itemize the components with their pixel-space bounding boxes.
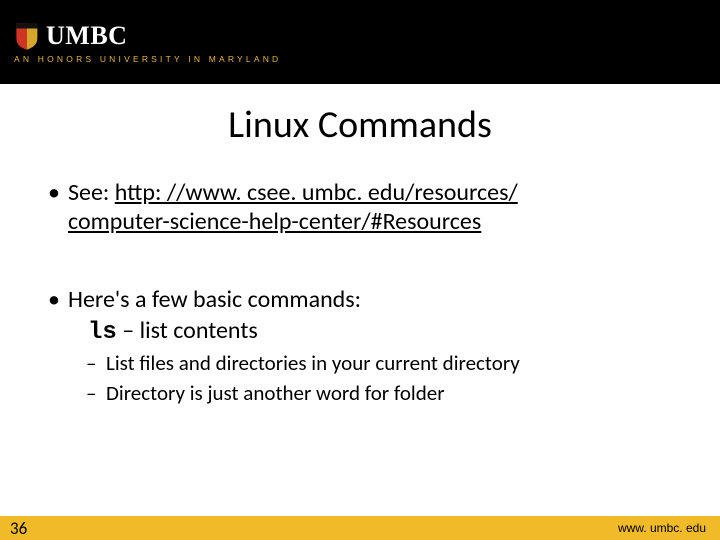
sub1-text: List files and directories in your curre…: [106, 351, 520, 377]
resource-link-line1[interactable]: http: //www. csee. umbc. edu/resources/: [115, 178, 518, 207]
see-label: See:: [68, 178, 115, 207]
resource-link-line2[interactable]: computer-science-help-center/#Resources: [68, 207, 481, 236]
bullet-intro: Here's a few basic commands:: [48, 285, 680, 314]
command-line: ls – list contents: [48, 316, 680, 347]
command-code: ls: [88, 319, 117, 346]
header-bar: UMBC AN HONORS UNIVERSITY IN MARYLAND: [0, 0, 720, 84]
tagline: AN HONORS UNIVERSITY IN MARYLAND: [14, 54, 720, 64]
bullet-see-text: See: http: //www. csee. umbc. edu/resour…: [68, 178, 518, 237]
shield-icon: [14, 21, 40, 51]
page-number: 36: [10, 518, 27, 539]
command-desc: – list contents: [117, 316, 258, 345]
content-area: See: http: //www. csee. umbc. edu/resour…: [0, 158, 720, 516]
sub2-text: Directory is just another word for folde…: [106, 381, 445, 407]
logo: UMBC: [14, 21, 720, 51]
slide: UMBC AN HONORS UNIVERSITY IN MARYLAND Li…: [0, 0, 720, 540]
dash-icon: [86, 381, 106, 407]
spacer: [48, 237, 680, 265]
intro-text: Here's a few basic commands:: [68, 285, 361, 314]
sub-bullet-2: Directory is just another word for folde…: [48, 381, 680, 407]
footer-bar: 36 www. umbc. edu: [0, 516, 720, 540]
logo-text: UMBC: [46, 21, 127, 51]
bullet-dot-icon: [48, 285, 68, 314]
sub-bullet-1: List files and directories in your curre…: [48, 351, 680, 377]
footer-url: www. umbc. edu: [618, 521, 706, 535]
bullet-dot-icon: [48, 178, 68, 237]
bullet-see: See: http: //www. csee. umbc. edu/resour…: [48, 178, 680, 237]
slide-title: Linux Commands: [0, 102, 720, 148]
dash-icon: [86, 351, 106, 377]
